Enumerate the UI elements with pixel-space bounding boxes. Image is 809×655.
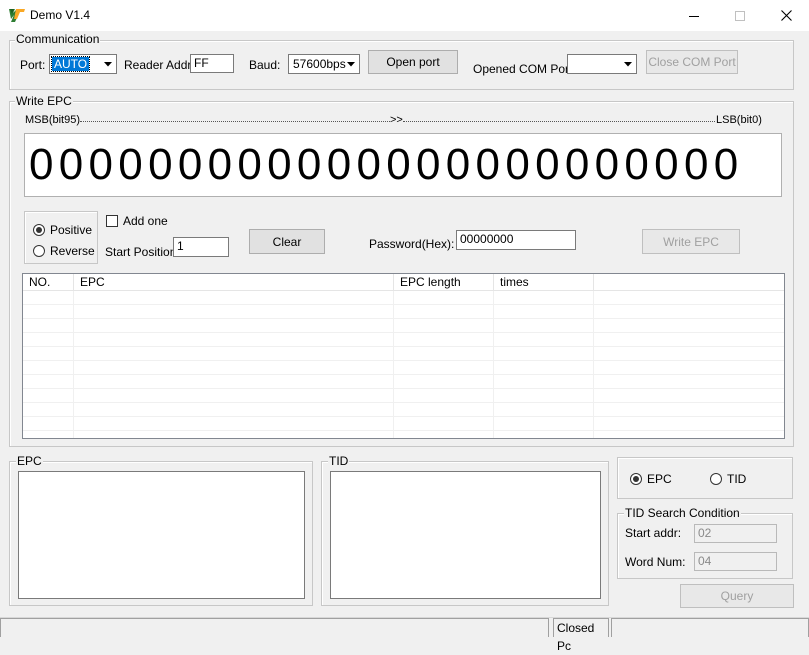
msb-lsb-line-left xyxy=(80,121,390,122)
table-row xyxy=(23,305,784,319)
table-header: NO. EPC EPC length times xyxy=(23,274,784,291)
mode-epc-label: EPC xyxy=(647,472,672,486)
add-one-label: Add one xyxy=(123,214,168,228)
start-position-input[interactable]: 1 xyxy=(173,237,229,257)
communication-legend: Communication xyxy=(15,32,101,46)
status-pane-main xyxy=(0,618,549,637)
baud-select[interactable]: 57600bps xyxy=(288,54,360,74)
port-select-value: AUTO xyxy=(50,56,91,72)
epc-digits-display[interactable]: 000000000000000000000000 xyxy=(24,133,782,197)
lsb-label: LSB(bit0) xyxy=(716,114,762,126)
reverse-label: Reverse xyxy=(50,244,95,258)
epc-digits: 000000000000000000000000 xyxy=(29,140,744,189)
status-pane-extra xyxy=(611,618,809,637)
epc-panel-legend: EPC xyxy=(16,454,43,468)
column-header-epc[interactable]: EPC xyxy=(74,274,394,291)
epc-table[interactable]: NO. EPC EPC length times xyxy=(22,273,785,439)
start-addr-input[interactable]: 02 xyxy=(694,524,777,543)
opened-com-port-label: Opened COM Port: xyxy=(473,62,576,76)
direction-arrow: >> xyxy=(390,114,403,126)
column-header-no[interactable]: NO. xyxy=(23,274,74,291)
table-row xyxy=(23,375,784,389)
window-title: Demo V1.4 xyxy=(30,8,91,22)
table-row xyxy=(23,333,784,347)
app-logo-icon xyxy=(8,7,26,24)
radio-dot-icon xyxy=(633,476,639,482)
mode-tid-radio[interactable] xyxy=(710,473,722,485)
start-position-label: Start Position: xyxy=(105,245,180,259)
baud-label: Baud: xyxy=(249,58,281,72)
opened-com-port-select[interactable] xyxy=(567,54,637,74)
maximize-icon xyxy=(735,10,745,21)
mode-group xyxy=(617,457,793,499)
write-epc-legend: Write EPC xyxy=(15,94,73,108)
msb-label: MSB(bit95) xyxy=(25,114,81,126)
close-icon xyxy=(780,10,792,21)
password-input[interactable]: 00000000 xyxy=(456,230,576,250)
epc-output-textarea[interactable] xyxy=(18,471,305,599)
opened-com-port-value xyxy=(570,57,574,71)
port-label: Port: xyxy=(20,58,46,72)
word-num-label: Word Num: xyxy=(625,555,686,569)
reader-addr-label: Reader Addr: xyxy=(124,58,195,72)
close-com-port-button[interactable]: Close COM Port xyxy=(646,50,738,74)
tid-output-textarea[interactable] xyxy=(330,471,601,599)
table-row xyxy=(23,319,784,333)
table-row xyxy=(23,403,784,417)
reader-addr-input[interactable]: FF xyxy=(190,54,234,73)
chevron-down-icon xyxy=(620,55,636,73)
chevron-down-icon xyxy=(343,55,359,73)
write-epc-button[interactable]: Write EPC xyxy=(642,229,740,254)
query-button[interactable]: Query xyxy=(680,584,794,608)
msb-lsb-line-right xyxy=(403,121,715,122)
password-label: Password(Hex): xyxy=(369,237,455,251)
table-row xyxy=(23,389,784,403)
baud-select-value: 57600bps xyxy=(293,57,346,71)
table-row xyxy=(23,417,784,431)
positive-radio[interactable] xyxy=(33,224,45,236)
clear-button[interactable]: Clear xyxy=(249,229,325,254)
open-port-button[interactable]: Open port xyxy=(368,50,458,74)
table-row xyxy=(23,361,784,375)
mode-tid-label: TID xyxy=(727,472,747,486)
port-select[interactable]: AUTO xyxy=(49,54,117,74)
close-button[interactable] xyxy=(763,0,809,31)
maximize-button[interactable] xyxy=(717,0,763,31)
table-body xyxy=(23,291,784,438)
start-addr-label: Start addr: xyxy=(625,526,682,540)
minimize-icon xyxy=(689,11,699,21)
mode-epc-radio[interactable] xyxy=(630,473,642,485)
tid-search-legend: TID Search Condition xyxy=(624,506,741,520)
table-row xyxy=(23,347,784,361)
reverse-radio[interactable] xyxy=(33,245,45,257)
add-one-checkbox[interactable] xyxy=(106,215,118,227)
column-header-epc-length[interactable]: EPC length xyxy=(394,274,494,291)
status-pane-connection: Closed Pc xyxy=(553,618,609,653)
table-row xyxy=(23,291,784,305)
radio-dot-icon xyxy=(36,227,42,233)
word-num-input[interactable]: 04 xyxy=(694,552,777,571)
minimize-button[interactable] xyxy=(671,0,717,31)
tid-panel-legend: TID xyxy=(328,454,350,468)
positive-label: Positive xyxy=(50,223,93,237)
chevron-down-icon xyxy=(100,55,116,73)
column-header-times[interactable]: times xyxy=(494,274,594,291)
